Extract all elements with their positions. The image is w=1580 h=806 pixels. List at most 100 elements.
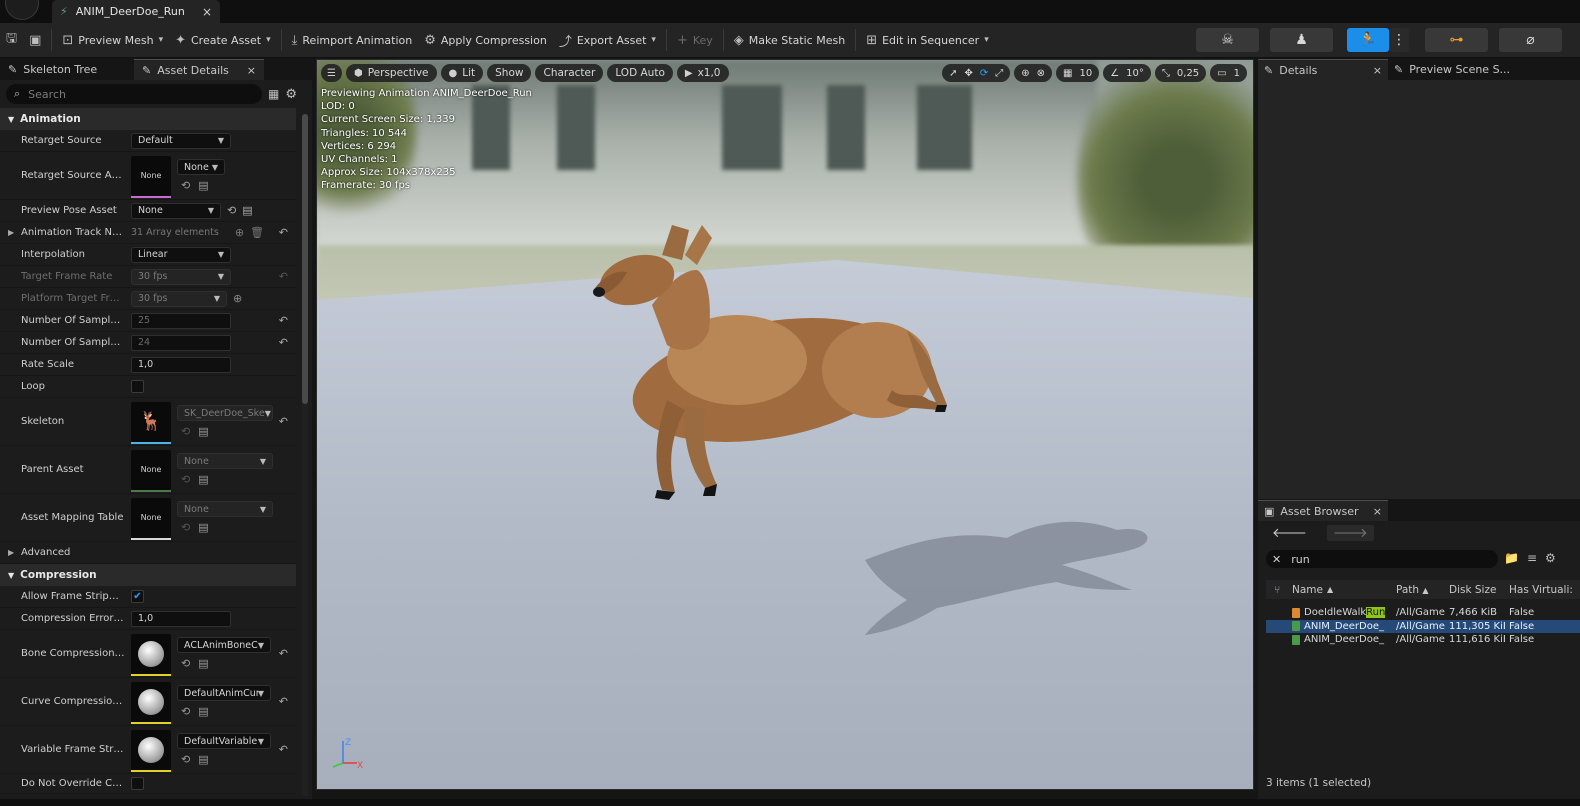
viewport-menu-button[interactable]: ☰ xyxy=(321,64,342,82)
grid-snap-group[interactable]: ▦ 10 xyxy=(1056,64,1100,82)
column-has-virtualized[interactable]: Has Virtuali: xyxy=(1505,584,1580,596)
add-element-icon[interactable]: ⊕ xyxy=(235,226,244,239)
use-selected-icon[interactable]: ⟲ xyxy=(181,425,190,438)
browse-folder-icon[interactable]: ▤ xyxy=(198,753,208,766)
asset-row[interactable]: ANIM_DeerDoe_ /All/Game 111,616 KiB Fals… xyxy=(1266,633,1580,647)
preview-viewport[interactable]: ☰ ⬢ Perspective ● Lit Show Character LOD A… xyxy=(316,59,1254,790)
preview-pose-dropdown[interactable]: None ▼ xyxy=(131,202,221,219)
reset-arrow-icon[interactable]: ↶ xyxy=(279,695,288,708)
asset-thumbnail[interactable] xyxy=(131,681,171,724)
use-selected-icon[interactable]: ⟲ xyxy=(227,204,236,217)
reset-arrow-icon[interactable]: ↶ xyxy=(279,226,288,239)
scale-icon[interactable]: ⤢ xyxy=(995,68,1003,79)
use-selected-icon[interactable]: ⟲ xyxy=(181,179,190,192)
angle-snap-group[interactable]: ∠ 10° xyxy=(1103,64,1151,82)
loop-checkbox[interactable] xyxy=(131,380,144,393)
create-asset-button[interactable]: ✦ Create Asset ▾ xyxy=(169,25,277,55)
preview-mesh-button[interactable]: ⊡ Preview Mesh ▾ xyxy=(56,25,169,55)
retarget-source-asset-dropdown[interactable]: None ▼ xyxy=(177,159,225,175)
asset-thumbnail[interactable] xyxy=(131,633,171,676)
use-selected-icon[interactable]: ⟲ xyxy=(181,705,190,718)
section-compression[interactable]: ▼ Compression xyxy=(0,564,296,586)
chevron-right-icon[interactable]: ▶ xyxy=(8,228,14,237)
asset-thumbnail[interactable]: None xyxy=(131,449,171,492)
key-button[interactable]: + Key xyxy=(671,25,719,55)
compression-error-input[interactable]: 1,0 xyxy=(131,610,231,627)
details-scrollbar[interactable] xyxy=(302,114,308,796)
play-rate-button[interactable]: ▶ x1,0 xyxy=(676,64,729,82)
column-path[interactable]: Path ▲ xyxy=(1392,584,1445,596)
browse-folder-icon[interactable]: ▤ xyxy=(242,204,252,217)
browse-button[interactable]: ▣ xyxy=(23,25,47,55)
select-arrow-icon[interactable]: ➚ xyxy=(949,68,957,79)
retarget-source-dropdown[interactable]: Default ▼ xyxy=(131,132,231,149)
lit-button[interactable]: ● Lit xyxy=(440,64,484,82)
asset-thumbnail[interactable]: None xyxy=(131,497,171,540)
surface-snap-icon[interactable]: ⊗ xyxy=(1037,68,1045,79)
asset-row[interactable]: ANIM_DeerDoe_ /All/Game 111,305 KiB Fals… xyxy=(1266,619,1580,633)
asset-search-input[interactable]: ✕ run xyxy=(1266,550,1498,568)
reset-arrow-icon[interactable]: ↶ xyxy=(279,336,288,349)
reset-arrow-icon[interactable]: ↶ xyxy=(279,743,288,756)
move-icon[interactable]: ✥ xyxy=(964,68,972,79)
tab-asset-browser[interactable]: ▣ Asset Browser × xyxy=(1258,500,1388,521)
forward-arrow-icon[interactable]: 🡒 xyxy=(1326,525,1374,541)
reimport-animation-button[interactable]: ⤓ Reimport Animation xyxy=(286,25,419,55)
edit-in-sequencer-button[interactable]: ⊞ Edit in Sequencer ▾ xyxy=(860,25,995,55)
tab-details[interactable]: ✎ Details × xyxy=(1258,59,1388,80)
perspective-button[interactable]: ⬢ Perspective xyxy=(345,64,437,82)
tab-asset-details[interactable]: ✎ Asset Details × xyxy=(134,59,264,80)
scale-snap-group[interactable]: ⤡ 0,25 xyxy=(1154,64,1207,82)
browse-folder-icon[interactable]: ▤ xyxy=(198,705,208,718)
reset-arrow-icon[interactable]: ↶ xyxy=(279,647,288,660)
interpolation-dropdown[interactable]: Linear ▼ xyxy=(131,246,231,263)
reset-arrow-icon[interactable]: ↶ xyxy=(279,314,288,327)
section-animation[interactable]: ▼ Animation xyxy=(0,108,296,130)
allow-frame-stripping-checkbox[interactable]: ✔ xyxy=(131,590,144,603)
tree-column-icon[interactable]: ⑂ xyxy=(1266,584,1292,596)
column-disk-size[interactable]: Disk Size xyxy=(1445,584,1505,596)
variable-frame-stripping-dropdown[interactable]: DefaultVariableF ▼ xyxy=(177,733,271,749)
asset-thumbnail[interactable] xyxy=(131,729,171,772)
camera-speed-group[interactable]: ▭ 1 xyxy=(1210,64,1247,82)
search-input[interactable]: ⌕ Search xyxy=(6,84,262,104)
browse-folder-icon[interactable]: ▤ xyxy=(198,473,208,486)
filter-icon[interactable]: ≡ xyxy=(1527,551,1537,565)
skeleton-mode-button[interactable]: ☠ xyxy=(1196,28,1259,52)
show-button[interactable]: Show xyxy=(487,64,532,82)
mode-more-button[interactable]: ⋮ xyxy=(1389,28,1409,52)
close-icon[interactable]: × xyxy=(247,64,256,77)
asset-mapping-dropdown[interactable]: None ▼ xyxy=(177,501,273,517)
character-button[interactable]: Character xyxy=(535,64,604,82)
reset-arrow-icon[interactable]: ↶ xyxy=(279,415,288,428)
back-arrow-icon[interactable]: 🡐 xyxy=(1272,525,1307,541)
use-selected-icon[interactable]: ⟲ xyxy=(181,473,190,486)
animation-mode-button[interactable]: 🏃 xyxy=(1347,28,1389,52)
scrollbar-thumb[interactable] xyxy=(302,114,308,404)
table-view-icon[interactable]: ▦ xyxy=(268,87,279,101)
curve-compression-dropdown[interactable]: DefaultAnimCurv ▼ xyxy=(177,685,271,701)
skeleton-thumbnail[interactable]: 🦌 xyxy=(131,401,171,444)
browse-folder-icon[interactable]: ▤ xyxy=(198,657,208,670)
physics-mode-button[interactable]: ⌀ xyxy=(1499,28,1562,52)
browse-folder-icon[interactable]: ▤ xyxy=(198,521,208,534)
apply-compression-button[interactable]: ⚙ Apply Compression xyxy=(418,25,553,55)
save-button[interactable]: 🖫 xyxy=(0,25,23,55)
delete-icon[interactable]: 🗑 xyxy=(250,226,264,239)
section-advanced[interactable]: ▶ Advanced xyxy=(0,542,296,564)
close-tab-icon[interactable]: × xyxy=(202,5,212,19)
settings-gear-icon[interactable]: ⚙ xyxy=(285,87,297,102)
settings-gear-icon[interactable]: ⚙ xyxy=(1545,551,1556,565)
browse-folder-icon[interactable]: ▤ xyxy=(198,425,208,438)
rotate-icon[interactable]: ⟳ xyxy=(980,68,988,79)
close-icon[interactable]: × xyxy=(1373,64,1382,77)
use-selected-icon[interactable]: ⟲ xyxy=(181,657,190,670)
use-selected-icon[interactable]: ⟲ xyxy=(181,753,190,766)
mesh-mode-button[interactable]: ♟ xyxy=(1270,28,1333,52)
world-space-icon[interactable]: ⊕ xyxy=(1021,68,1029,79)
asset-row[interactable]: DoeIdleWalk Run /All/Game 7,466 KiB False xyxy=(1266,606,1580,620)
skeleton-dropdown[interactable]: SK_DeerDoe_Ske ▼ xyxy=(177,405,273,421)
tab-skeleton-tree[interactable]: ✎ Skeleton Tree xyxy=(0,59,134,80)
unreal-logo-icon[interactable] xyxy=(5,0,39,20)
document-tab[interactable]: ⚡ ANIM_DeerDoe_Run × xyxy=(52,0,220,23)
